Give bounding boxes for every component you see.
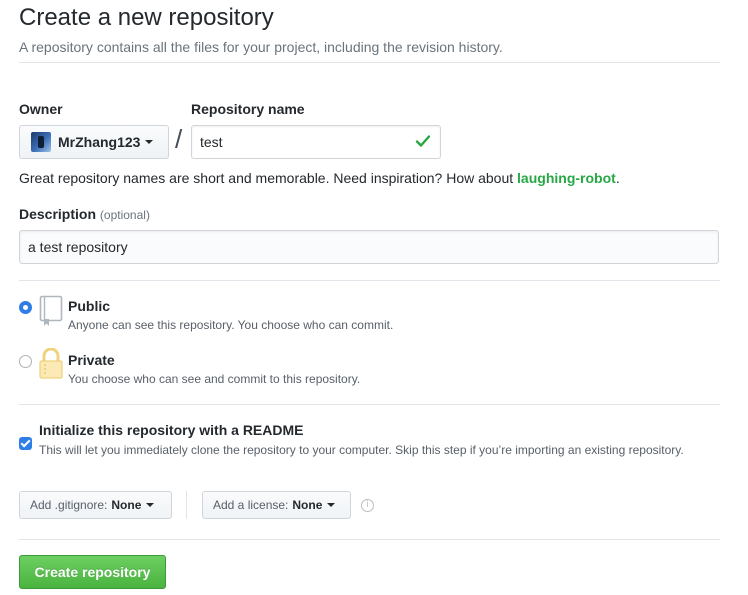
readme-note: This will let you immediately clone the … <box>39 443 684 457</box>
owner-repo-separator: / <box>175 124 183 154</box>
gitignore-dropdown[interactable]: Add .gitignore: None <box>19 491 172 519</box>
divider <box>186 491 187 519</box>
page-subtitle: A repository contains all the files for … <box>19 39 503 55</box>
license-value: None <box>292 498 323 512</box>
readme-checkbox[interactable] <box>19 437 32 450</box>
suggestion-link[interactable]: laughing-robot <box>517 170 616 186</box>
owner-label: Owner <box>19 101 63 117</box>
private-radio[interactable] <box>19 355 32 368</box>
repository-name-input[interactable]: test <box>191 125 441 159</box>
avatar <box>31 132 51 152</box>
readme-label: Initialize this repository with a README <box>39 422 304 438</box>
divider <box>19 404 720 405</box>
owner-dropdown[interactable]: MrZhang123 <box>19 125 169 159</box>
divider <box>19 62 720 63</box>
info-icon[interactable]: i <box>361 499 374 512</box>
caret-down-icon <box>145 140 154 144</box>
optional-tag: (optional) <box>99 208 150 222</box>
lock-icon <box>39 348 63 379</box>
caret-down-icon <box>327 503 336 507</box>
private-note: You choose who can see and commit to thi… <box>68 372 361 386</box>
description-label-text: Description <box>19 206 97 222</box>
description-value: a test repository <box>28 239 128 255</box>
private-title: Private <box>68 352 115 368</box>
name-hint: Great repository names are short and mem… <box>19 170 620 186</box>
owner-name: MrZhang123 <box>58 134 141 150</box>
repo-book-icon <box>39 295 63 326</box>
check-icon <box>415 135 431 147</box>
license-dropdown[interactable]: Add a license: None <box>202 491 351 519</box>
gitignore-value: None <box>111 498 142 512</box>
create-repository-button[interactable]: Create repository <box>19 555 166 589</box>
repository-name-label: Repository name <box>191 101 305 117</box>
description-label: Description (optional) <box>19 206 150 222</box>
page-title: Create a new repository <box>19 4 274 31</box>
public-title: Public <box>68 298 111 314</box>
hint-end: . <box>615 170 620 186</box>
divider <box>19 539 720 540</box>
public-note: Anyone can see this repository. You choo… <box>68 318 394 332</box>
description-input[interactable]: a test repository <box>19 230 719 264</box>
divider <box>19 280 720 281</box>
public-radio[interactable] <box>19 301 32 314</box>
repository-name-value: test <box>200 134 223 150</box>
caret-down-icon <box>146 503 155 507</box>
hint-text: Great repository names are short and mem… <box>19 170 518 186</box>
gitignore-label: Add .gitignore: <box>30 498 108 512</box>
license-label: Add a license: <box>213 498 289 512</box>
